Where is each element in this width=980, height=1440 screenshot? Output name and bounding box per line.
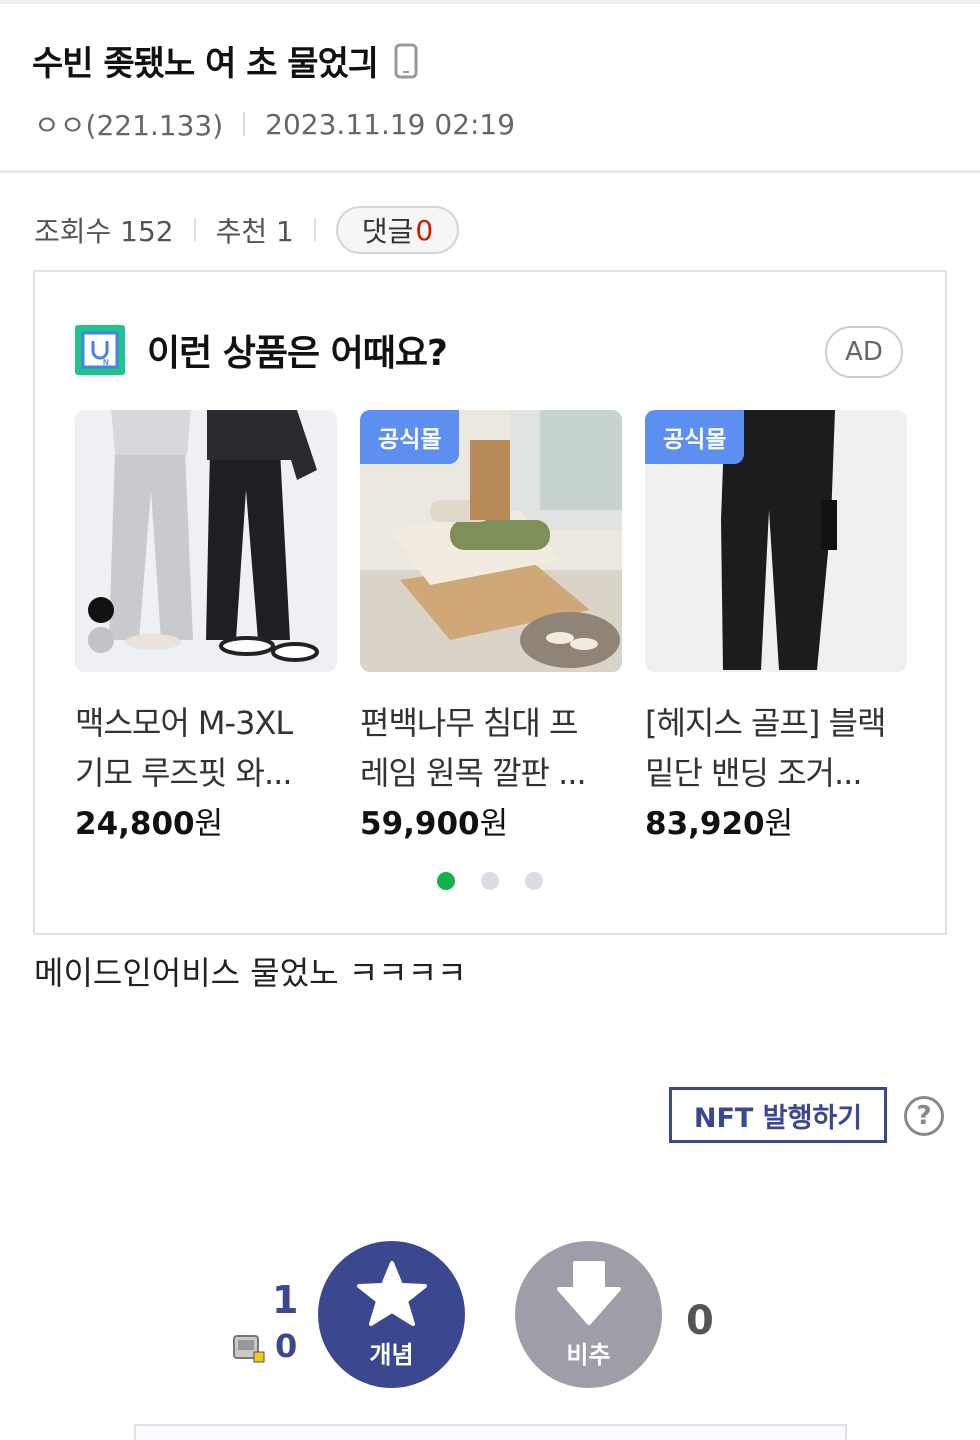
author-name[interactable]: ㅇㅇ(221.133) xyxy=(34,104,223,144)
stats-separator xyxy=(193,219,196,241)
comment-label: 댓글 xyxy=(361,215,414,248)
comment-count-button[interactable]: 댓글 0 xyxy=(335,206,460,254)
bottom-panel xyxy=(134,1424,847,1440)
fixed-user-icon xyxy=(232,1332,268,1364)
carousel-dot-3[interactable] xyxy=(525,872,543,890)
upvote-count: 1 xyxy=(272,1278,299,1322)
ad-badge[interactable]: AD xyxy=(825,326,903,378)
price-value: 24,800 xyxy=(75,806,195,842)
product-name-line: 밑단 밴딩 조거... xyxy=(645,754,863,792)
meta-separator xyxy=(243,112,246,136)
svg-text:N: N xyxy=(103,358,109,367)
ad-widget: N 이런 상품은 어때요? AD 맥스모어 M-3XL 기모 루즈핏 와... … xyxy=(33,270,947,935)
product-name[interactable]: 맥스모어 M-3XL 기모 루즈핏 와... xyxy=(75,698,337,798)
stats-separator xyxy=(313,219,316,241)
official-store-badge: 공식몰 xyxy=(360,410,460,464)
header-divider xyxy=(0,170,980,173)
currency-unit: 원 xyxy=(479,806,509,842)
fixed-upvote-count: 0 xyxy=(275,1327,298,1365)
recommend-count: 추천 1 xyxy=(215,215,294,248)
price-value: 83,920 xyxy=(645,806,765,842)
carousel-pagination xyxy=(437,872,569,890)
post-body: 메이드인어비스 물었노 ㅋㅋㅋㅋ xyxy=(34,954,467,992)
post-meta: ㅇㅇ(221.133) 2023.11.19 02:19 xyxy=(34,104,515,144)
downvote-button[interactable]: 비추 xyxy=(515,1241,662,1388)
post-title-text: 수빈 좆됐노 여 초 물었긔 xyxy=(32,44,379,84)
product-name[interactable]: 편백나무 침대 프 레임 원목 깔판 ... xyxy=(360,698,622,798)
comment-count: 0 xyxy=(415,213,434,247)
upvote-label: 개념 xyxy=(369,1341,414,1369)
product-price: 24,800원 xyxy=(75,798,337,843)
post-datetime: 2023.11.19 02:19 xyxy=(265,107,516,141)
nft-issue-button[interactable]: NFT 발행하기 xyxy=(669,1087,887,1143)
carousel-dot-1[interactable] xyxy=(437,872,455,890)
post-stats: 조회수 152 추천 1 댓글 0 xyxy=(34,204,460,256)
help-icon[interactable]: ? xyxy=(904,1096,944,1136)
shopping-logo-icon: N xyxy=(75,325,125,375)
carousel-dot-2[interactable] xyxy=(481,872,499,890)
official-store-badge: 공식몰 xyxy=(645,410,745,464)
product-image[interactable]: 공식몰 xyxy=(645,410,907,672)
product-name-line: 편백나무 침대 프 xyxy=(360,704,578,742)
product-name[interactable]: [헤지스 골프] 블랙 밑단 밴딩 조거... xyxy=(645,698,907,798)
top-border xyxy=(0,0,980,4)
arrow-down-icon xyxy=(556,1259,621,1331)
ad-header: N 이런 상품은 어때요? xyxy=(75,324,448,376)
ad-title: 이런 상품은 어때요? xyxy=(147,333,448,374)
product-card[interactable]: 맥스모어 M-3XL 기모 루즈핏 와... 24,800원 xyxy=(75,410,337,843)
price-value: 59,900 xyxy=(360,806,480,842)
upvote-button[interactable]: 개념 xyxy=(318,1241,465,1388)
product-name-line: 맥스모어 M-3XL xyxy=(75,704,293,742)
product-image[interactable]: 공식몰 xyxy=(360,410,622,672)
product-name-line: 기모 루즈핏 와... xyxy=(75,754,293,792)
view-count: 조회수 152 xyxy=(34,215,174,248)
product-price: 59,900원 xyxy=(360,798,622,843)
product-image[interactable] xyxy=(75,410,337,672)
currency-unit: 원 xyxy=(194,806,224,842)
product-price: 83,920원 xyxy=(645,798,907,843)
downvote-count: 0 xyxy=(686,1298,714,1344)
product-name-line: [헤지스 골프] 블랙 xyxy=(645,704,886,742)
star-icon xyxy=(356,1259,428,1331)
product-name-line: 레임 원목 깔판 ... xyxy=(360,754,587,792)
post-title: 수빈 좆됐노 여 초 물었긔 xyxy=(32,36,418,85)
mobile-phone-icon xyxy=(394,43,418,79)
product-card[interactable]: 공식몰 [헤지스 골프] 블랙 밑단 밴딩 조거... 83,920원 xyxy=(645,410,907,843)
currency-unit: 원 xyxy=(764,806,794,842)
product-card[interactable]: 공식몰 편백나무 침대 프 레임 원목 깔판 ... 59,900원 xyxy=(360,410,622,843)
downvote-label: 비추 xyxy=(566,1341,611,1369)
product-carousel: 맥스모어 M-3XL 기모 루즈핏 와... 24,800원 공식몰 편백나무 … xyxy=(75,410,907,843)
